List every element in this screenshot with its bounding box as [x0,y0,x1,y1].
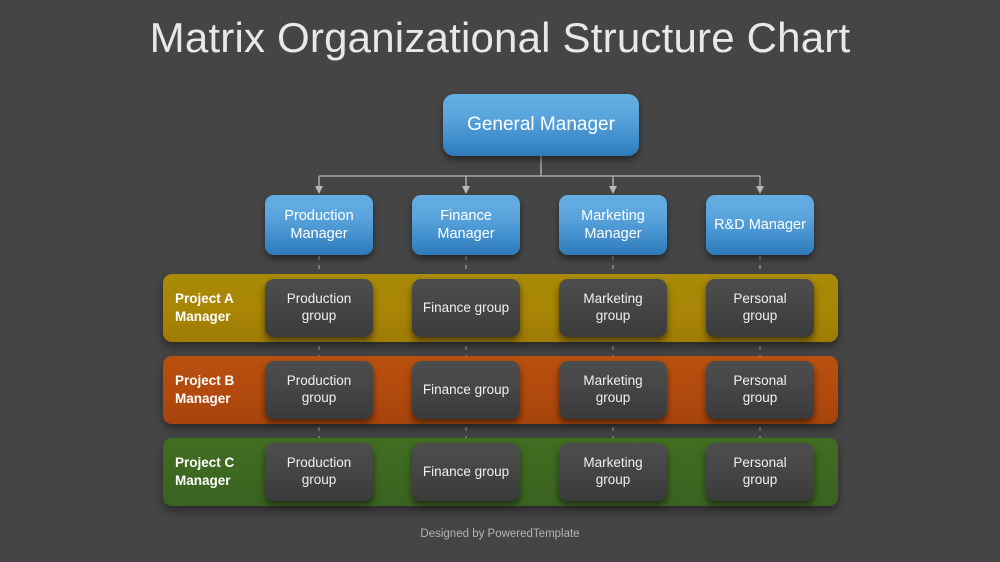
node-marketing-manager[interactable]: Marketing Manager [559,195,667,255]
project-row-c[interactable]: Project C Manager Production group Financ… [163,438,838,506]
project-b-marketing-group[interactable]: Marketing group [559,361,667,419]
project-row-b[interactable]: Project B Manager Production group Financ… [163,356,838,424]
project-c-manager-label: Project C Manager [175,454,235,488]
project-a-finance-group[interactable]: Finance group [412,279,520,337]
project-b-production-group[interactable]: Production group [265,361,373,419]
project-c-finance-group[interactable]: Finance group [412,443,520,501]
node-rd-manager-label: R&D Manager [714,216,806,233]
project-b-personal-group[interactable]: Personal group [706,361,814,419]
project-c-personal-group[interactable]: Personal group [706,443,814,501]
node-finance-manager[interactable]: Finance Manager [412,195,520,255]
page-title: Matrix Organizational Structure Chart [149,14,851,61]
node-rd-manager[interactable]: R&D Manager [706,195,814,255]
project-b-finance-group[interactable]: Finance group [412,361,520,419]
node-production-manager-label: Production Manager [284,207,354,242]
org-chart-slide: Matrix Organizational Structure Chart Ge… [0,0,1000,562]
node-finance-manager-label: Finance Manager [437,207,495,242]
node-marketing-manager-label: Marketing Manager [581,207,645,242]
footer-credit: Designed by PoweredTemplate [420,528,580,540]
project-a-manager-label: Project A Manager [175,290,234,324]
node-general-manager-label: General Manager [467,114,615,136]
project-a-personal-group[interactable]: Personal group [706,279,814,337]
project-c-production-group[interactable]: Production group [265,443,373,501]
project-a-marketing-group[interactable]: Marketing group [559,279,667,337]
project-a-production-group[interactable]: Production group [265,279,373,337]
project-row-a[interactable]: Project A Manager Production group Financ… [163,274,838,342]
node-production-manager[interactable]: Production Manager [265,195,373,255]
node-general-manager[interactable]: General Manager [443,94,639,156]
project-b-manager-label: Project B Manager [175,372,235,406]
project-c-marketing-group[interactable]: Marketing group [559,443,667,501]
